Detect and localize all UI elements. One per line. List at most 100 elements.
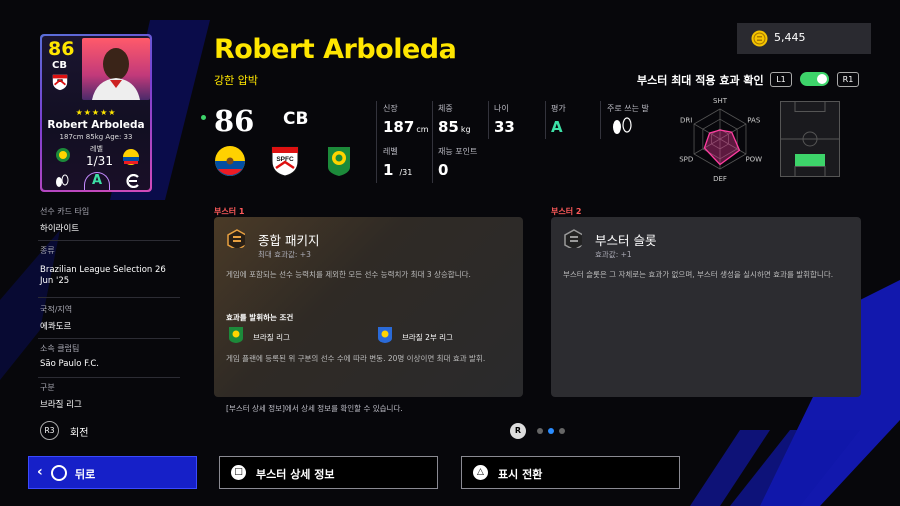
weight-label: 체중 (438, 104, 453, 113)
skill-points-value: 0 (438, 161, 449, 179)
league-badge-icon (229, 327, 243, 343)
booster-max-effect-label: 부스터 최대 적용 효과 확인 (637, 74, 764, 87)
efootball-logo-icon (126, 174, 139, 188)
booster1-condition1: 브라질 리그 (253, 333, 290, 342)
booster2-heading: 부스터 2 (551, 207, 582, 216)
club-label: 소속 클럽팀 (40, 344, 80, 353)
age-value: 33 (494, 118, 515, 136)
club-crest-icon (52, 74, 68, 91)
back-button[interactable]: ‹ 뒤로 (28, 456, 197, 489)
booster-footnote: [부스터 상세 정보]에서 상세 정보를 확인할 수 있습니다. (226, 404, 403, 413)
card-player-name: Robert Arboleda (47, 119, 145, 131)
level-value: 1/31 (383, 161, 412, 179)
circle-button-icon (51, 465, 67, 481)
radar-label-spd: SPD (679, 156, 693, 164)
booster2-title: 부스터 슬롯 (595, 233, 657, 248)
weight-unit: kg (460, 125, 471, 134)
position-highlight (795, 154, 825, 166)
r3-key-icon: R3 (40, 421, 59, 440)
booster1-heading: 부스터 1 (214, 207, 245, 216)
divider (38, 338, 180, 339)
level-max: /31 (399, 168, 413, 177)
card-playstyle-grade: A (84, 172, 110, 190)
booster1-title: 종합 패키지 (258, 233, 320, 248)
divider (545, 101, 546, 139)
league-value: 브라질 리그 (40, 400, 82, 410)
card-level: 1/31 (86, 154, 113, 168)
club-value: São Paulo F.C. (40, 359, 99, 369)
booster-package-icon (227, 229, 245, 248)
card-level-label: 레벨 (90, 145, 103, 153)
level-label: 레벨 (383, 147, 398, 156)
league-badge-icon (56, 148, 70, 162)
radar-label-dri: DRI (680, 117, 692, 125)
rating-label: 평가 (551, 104, 566, 113)
booster-details-button[interactable]: □ 부스터 상세 정보 (219, 456, 438, 489)
position-pitch-map (780, 101, 840, 177)
divider (376, 101, 377, 183)
radar-label-sht: SHT (713, 97, 728, 105)
kind-value: Brazilian League Selection 26 Jun '25 (40, 265, 166, 286)
height-number: 187 (383, 118, 415, 136)
card-player-info: 187cm 85kg Age: 33 (59, 133, 133, 141)
square-button-icon: □ (231, 465, 246, 480)
player-card: 86 CB ★★★★★ Robert Arboleda 187cm 85kg A… (40, 34, 152, 192)
toggle-display-label: 표시 전환 (498, 468, 543, 481)
booster-slot-icon (564, 229, 582, 248)
card-overall: 86 (48, 38, 75, 60)
position: CB (283, 109, 309, 129)
age-label: 나이 (494, 104, 509, 113)
ability-radar-chart: SHT PAS POW DEF SPD DRI (679, 97, 762, 183)
status-dot (201, 115, 206, 120)
nationality-value: 에콰도르 (40, 322, 72, 332)
foot-label: 주로 쓰는 발 (607, 104, 649, 113)
radar-label-pow: POW (745, 156, 762, 164)
card-type-value: 하이라이트 (40, 224, 80, 234)
l1-key-icon[interactable]: L1 (770, 72, 792, 87)
r1-key-icon[interactable]: R1 (837, 72, 859, 87)
radar-value-shape (703, 129, 741, 166)
divider (38, 297, 180, 298)
card-type-label: 선수 카드 타입 (40, 207, 90, 216)
r-stick-icon[interactable]: R (510, 423, 526, 439)
league-badge-icon (328, 147, 350, 176)
rating-value: A (551, 118, 563, 136)
rotate-label: 회전 (70, 428, 89, 439)
playstyle-subtitle: 강한 압박 (214, 74, 258, 87)
league-badge-icon (378, 327, 392, 343)
card-stars: ★★★★★ (75, 108, 117, 117)
coin-balance: 5,445 (737, 23, 871, 54)
coin-icon (751, 30, 768, 47)
booster2-description: 부스터 슬롯은 그 자체로는 효과가 없으며, 부스터 생성을 실시하면 효과를… (563, 270, 834, 279)
height-value: 187 cm (383, 118, 429, 136)
radar-label-def: DEF (713, 175, 727, 183)
back-button-label: 뒤로 (75, 468, 96, 481)
nationality-label: 국적/지역 (40, 305, 73, 314)
toggle-display-button[interactable]: △ 표시 전환 (461, 456, 680, 489)
level-number: 1 (383, 161, 394, 179)
club-crest-icon: SPFC (271, 146, 299, 177)
radar-label-pas: PAS (747, 117, 761, 125)
booster1-condition2: 브라질 2부 리그 (402, 333, 453, 342)
height-unit: cm (416, 125, 429, 134)
booster1-panel[interactable]: 종합 패키지 최대 효과값: +3 게임에 포함되는 선수 능력치를 제외한 모… (214, 217, 523, 397)
booster1-condition-desc: 게임 플랜에 등록된 위 구분의 선수 수에 따라 변동. 20명 이상이면 최… (226, 354, 486, 363)
divider (600, 101, 601, 139)
booster2-panel[interactable]: 부스터 슬롯 효과값: +1 부스터 슬롯은 그 자체로는 효과가 없으며, 부… (551, 217, 861, 397)
booster1-description: 게임에 포함되는 선수 능력치를 제외한 모든 선수 능력치가 최대 3 상승합… (226, 270, 471, 279)
divider (38, 377, 180, 378)
divider (432, 101, 433, 183)
league-label: 구분 (40, 383, 55, 392)
player-photo (82, 38, 150, 100)
pager-dot[interactable] (537, 428, 543, 434)
booster2-effect: 효과값: +1 (595, 250, 632, 259)
booster-max-effect-toggle[interactable] (800, 72, 829, 86)
pager-dot[interactable] (559, 428, 565, 434)
chevron-left-icon: ‹ (37, 464, 43, 480)
height-label: 신장 (383, 104, 398, 113)
skill-points-label: 재능 포인트 (438, 147, 478, 156)
kind-label: 종류 (40, 246, 55, 255)
foot-icon (613, 117, 632, 134)
pager-dot-active[interactable] (548, 428, 554, 434)
divider (488, 101, 489, 139)
